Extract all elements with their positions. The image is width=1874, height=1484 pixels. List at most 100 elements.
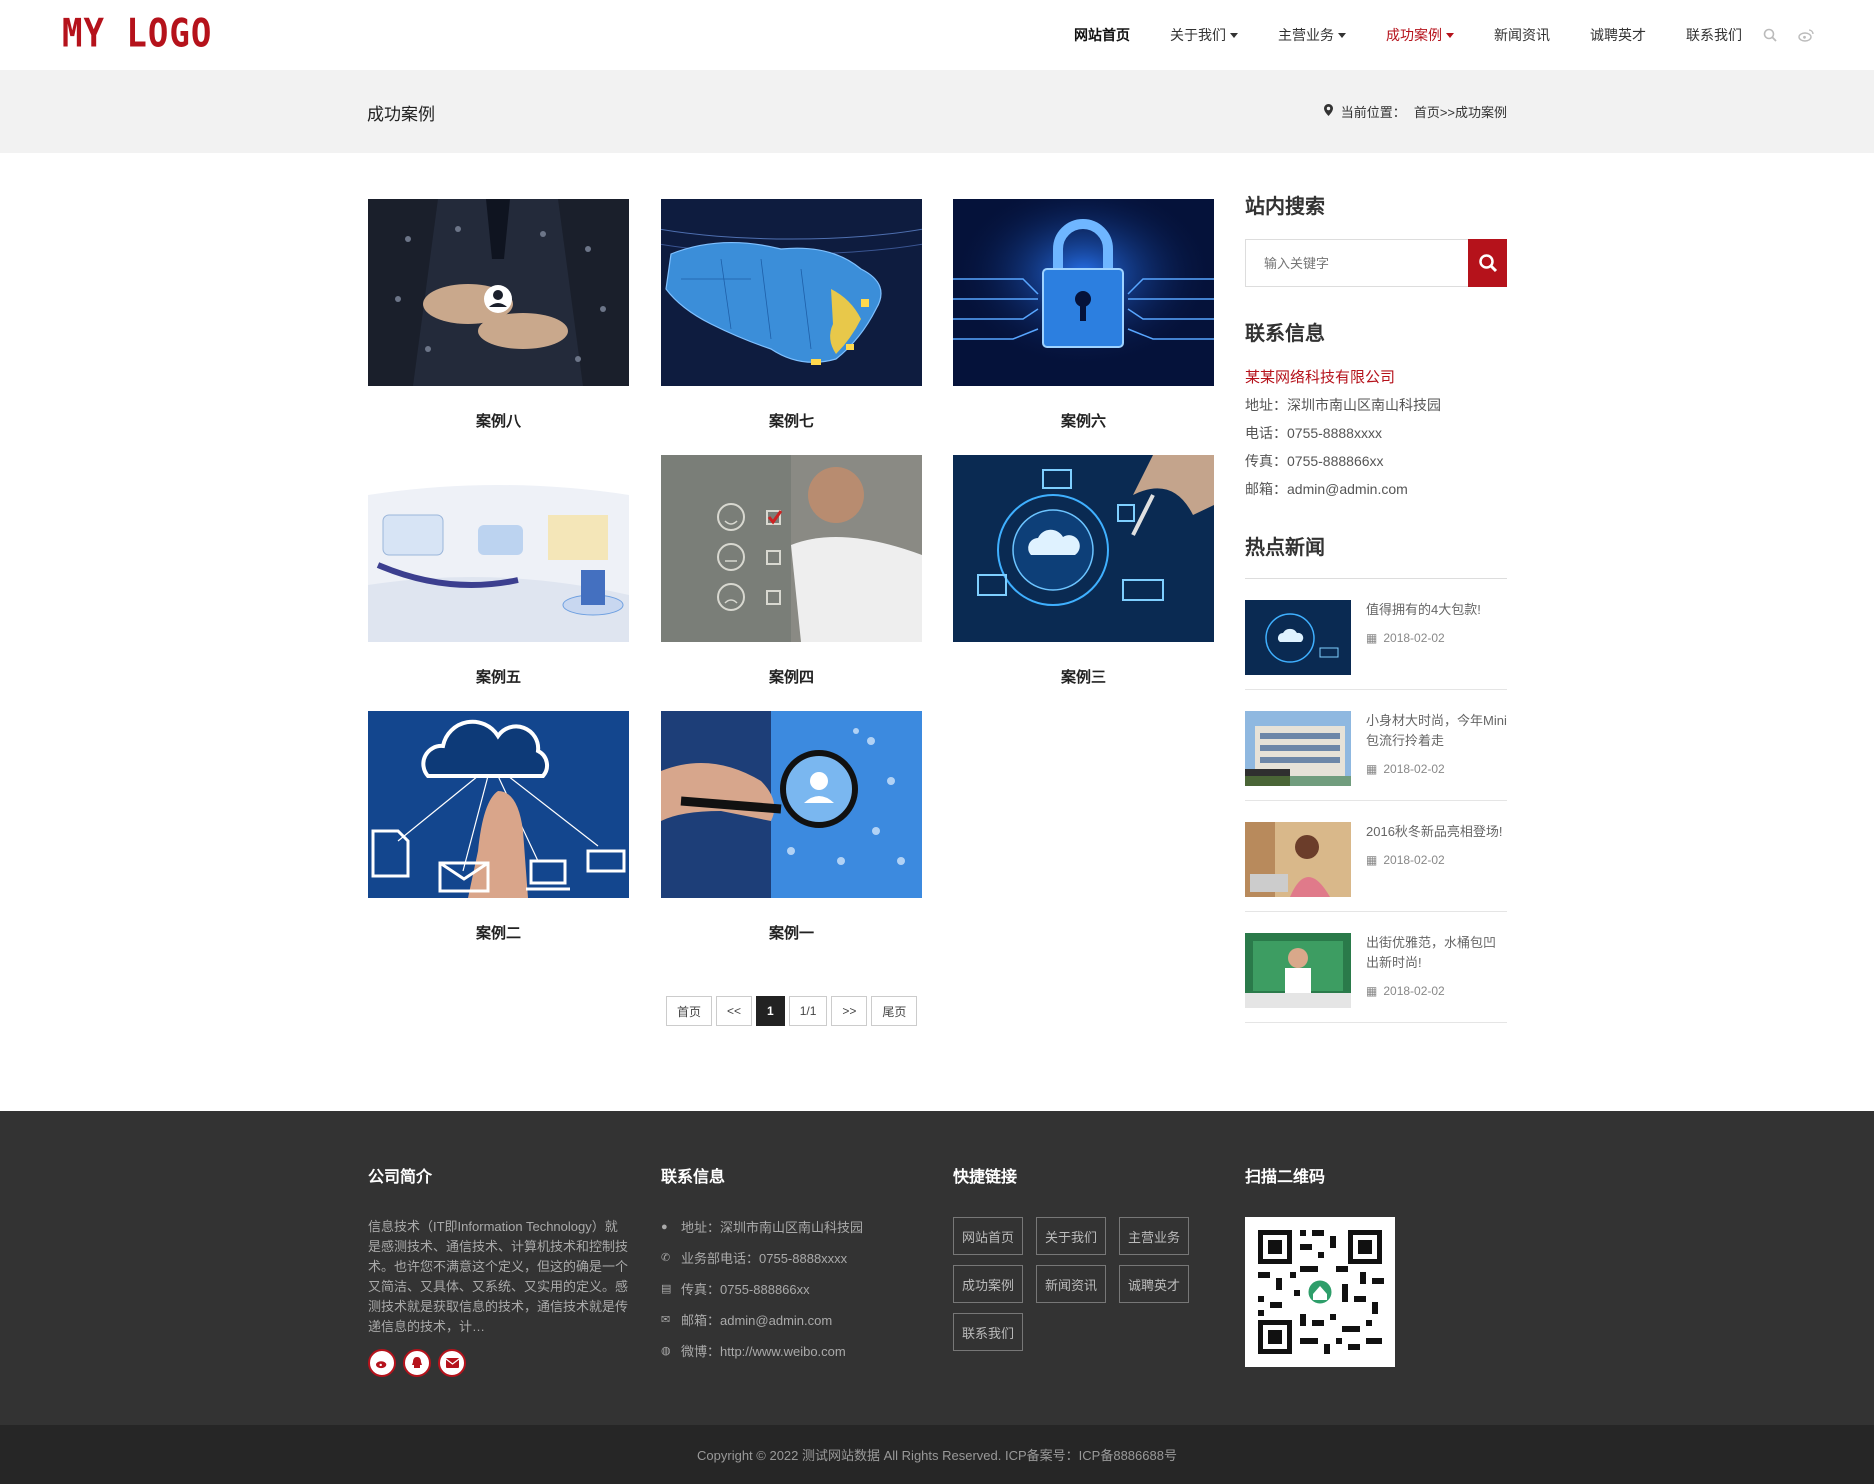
calendar-icon: ▦ [1366,853,1378,867]
quick-link[interactable]: 诚聘英才 [1119,1265,1190,1303]
news-thumbnail[interactable] [1245,933,1351,1008]
news-thumbnail[interactable] [1245,600,1351,675]
breadcrumb: 当前位置： 首页>>成功案例 [1323,102,1507,121]
case-title[interactable]: 案例八 [368,410,629,431]
case-card[interactable]: 案例七 [661,199,922,431]
pager-next[interactable]: >> [831,996,868,1026]
nav-home[interactable]: 网站首页 [1074,25,1130,45]
nav-business-label: 主营业务 [1278,27,1334,43]
case-image-china-map[interactable] [661,199,922,386]
case-title[interactable]: 案例六 [953,410,1214,431]
quick-link[interactable]: 网站首页 [953,1217,1024,1255]
search-button[interactable] [1468,239,1507,287]
case-title[interactable]: 案例七 [661,410,922,431]
site-logo[interactable]: MY LOGO [62,11,212,57]
weibo-icon[interactable] [368,1349,396,1377]
case-image-showroom[interactable] [368,455,629,642]
case-title[interactable]: 案例五 [368,666,629,687]
news-item[interactable]: 值得拥有的4大包款! ▦ 2018-02-02 [1245,579,1507,690]
footer-quick-links: 快捷链接 网站首页 关于我们 主营业务 成功案例 新闻资讯 诚聘英才 联系我们 [953,1163,1215,1361]
case-image-magnifier[interactable] [661,711,922,898]
case-image-protect-users[interactable] [368,199,629,386]
qq-icon[interactable] [403,1349,431,1377]
search-icon[interactable] [1762,27,1778,43]
news-date: ▦ 2018-02-02 [1366,850,1503,870]
nav-jobs[interactable]: 诚聘英才 [1590,25,1646,45]
quick-link[interactable]: 关于我们 [1036,1217,1107,1255]
news-date-value: 2018-02-02 [1383,853,1445,867]
pager-first[interactable]: 首页 [666,996,713,1026]
nav-jobs-label: 诚聘英才 [1590,27,1646,43]
footer-weibo-text[interactable]: 微博：http://www.weibo.com [681,1341,846,1360]
nav-about-label: 关于我们 [1170,27,1226,43]
case-title[interactable]: 案例一 [661,922,922,943]
nav-cases[interactable]: 成功案例 [1386,25,1454,45]
news-title[interactable]: 值得拥有的4大包款! [1366,600,1481,620]
email-icon[interactable] [438,1349,466,1377]
nav-business[interactable]: 主营业务 [1278,25,1346,45]
case-card[interactable]: 案例五 [368,455,629,687]
news-thumbnail[interactable] [1245,822,1351,897]
news-item[interactable]: 小身材大时尚，今年Mini包流行拎着走 ▦ 2018-02-02 [1245,690,1507,801]
main-nav: 网站首页 关于我们 主营业务 成功案例 新闻资讯 诚聘英才 联系我们 [1034,0,1814,70]
location-pin-icon [1323,104,1333,119]
breadcrumb-path[interactable]: 首页>>成功案例 [1414,102,1507,121]
nav-contact[interactable]: 联系我们 [1686,25,1742,45]
case-card[interactable]: 案例一 [661,711,922,943]
case-title[interactable]: 案例三 [953,666,1214,687]
hot-news-heading: 热点新闻 [1245,535,1325,559]
case-image-padlock[interactable] [953,199,1214,386]
nav-about[interactable]: 关于我们 [1170,25,1238,45]
page-title-band: 成功案例 当前位置： 首页>>成功案例 [0,70,1874,153]
footer-contact-list: ● 地址：深圳市南山区南山科技园 ✆ 业务部电话：0755-8888xxxx ▤ 传真… [661,1217,863,1360]
news-title[interactable]: 小身材大时尚，今年Mini包流行拎着走 [1366,711,1507,751]
case-card[interactable]: 案例二 [368,711,629,943]
case-card[interactable]: 案例六 [953,199,1214,431]
case-card[interactable]: 案例八 [368,199,629,431]
footer-phone-text: 业务部电话：0755-8888xxxx [681,1251,848,1266]
site-search [1245,239,1507,287]
footer-weibo: ◍ 微博：http://www.weibo.com [661,1341,863,1360]
contact-phone: 电话：0755-8888xxxx [1245,425,1382,441]
search-input[interactable] [1245,239,1468,287]
location-pin-icon: ● [661,1220,668,1233]
pager-current[interactable]: 1 [756,996,785,1026]
nav-cases-label: 成功案例 [1386,27,1442,43]
footer-links-title: 快捷链接 [953,1169,1018,1186]
footer-contact: 联系信息 ● 地址：深圳市南山区南山科技园 ✆ 业务部电话：0755-8888xxx… [661,1163,863,1372]
nav-news-label: 新闻资讯 [1494,27,1550,43]
case-image-cloud-network[interactable] [368,711,629,898]
copyright-text: Copyright © 2022 测试网站数据 All Rights Reser… [697,1448,1177,1463]
news-date: ▦ 2018-02-02 [1366,759,1507,779]
pagination: 首页 << 1 1/1 >> 尾页 [666,996,921,1026]
news-date-value: 2018-02-02 [1383,631,1445,645]
nav-news[interactable]: 新闻资讯 [1494,25,1550,45]
copyright-bar: Copyright © 2022 测试网站数据 All Rights Reser… [0,1425,1874,1484]
quick-link[interactable]: 联系我们 [953,1313,1024,1351]
pager-prev[interactable]: << [716,996,753,1026]
pager-last[interactable]: 尾页 [871,996,918,1026]
case-title[interactable]: 案例四 [661,666,922,687]
case-card[interactable]: 案例三 [953,455,1214,687]
news-thumbnail[interactable] [1245,711,1351,786]
quick-link[interactable]: 成功案例 [953,1265,1024,1303]
footer-address: ● 地址：深圳市南山区南山科技园 [661,1217,863,1236]
case-image-checklist[interactable] [661,455,922,642]
case-title[interactable]: 案例二 [368,922,629,943]
calendar-icon: ▦ [1366,762,1378,776]
news-title[interactable]: 出街优雅范，水桶包凹出新时尚! [1366,933,1507,973]
page-title: 成功案例 [367,105,435,124]
news-item[interactable]: 出街优雅范，水桶包凹出新时尚! ▦ 2018-02-02 [1245,912,1507,1023]
contact-heading: 联系信息 [1245,321,1325,345]
quick-link[interactable]: 主营业务 [1119,1217,1190,1255]
weibo-icon[interactable] [1798,27,1814,43]
footer-qr: 扫描二维码 [1245,1163,1395,1367]
quick-link[interactable]: 新闻资讯 [1036,1265,1107,1303]
contact-email: 邮箱：admin@admin.com [1245,481,1408,497]
calendar-icon: ▦ [1366,984,1378,998]
pager-info: 1/1 [788,996,828,1026]
news-item[interactable]: 2016秋冬新品亮相登场! ▦ 2018-02-02 [1245,801,1507,912]
news-title[interactable]: 2016秋冬新品亮相登场! [1366,822,1503,842]
case-image-cloud-tech[interactable] [953,455,1214,642]
case-card[interactable]: 案例四 [661,455,922,687]
